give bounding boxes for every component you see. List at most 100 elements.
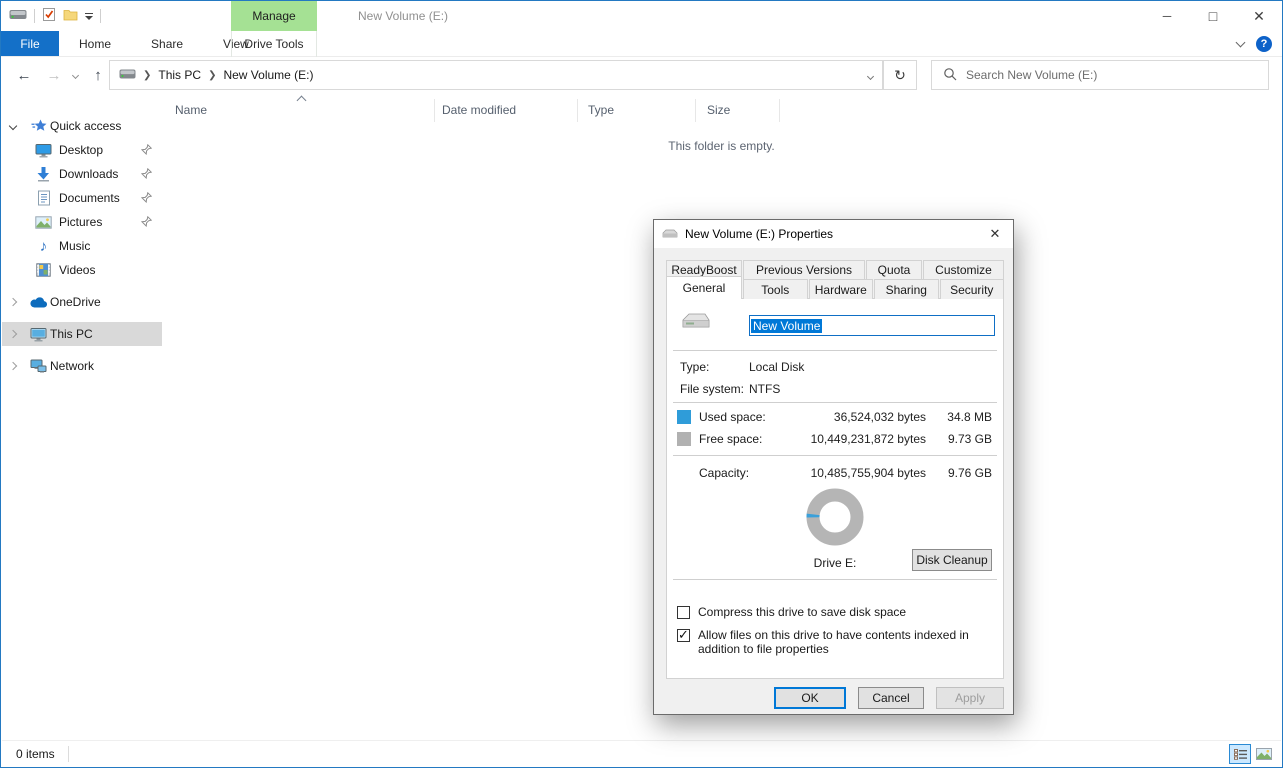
column-headers: Name Date modified Type Size: [162, 95, 1281, 125]
index-contents-checkbox-row[interactable]: Allow files on this drive to have conten…: [677, 628, 998, 656]
help-icon[interactable]: ?: [1256, 36, 1272, 52]
explorer-window: Manage New Volume (E:) ─ □ ✕ File Home S…: [0, 0, 1283, 768]
pin-icon: [141, 192, 152, 206]
picture-icon: [35, 214, 52, 231]
type-row: Type: Local Disk: [680, 360, 993, 380]
customize-toolbar-icon[interactable]: [85, 13, 93, 20]
chevron-expanded-icon[interactable]: [9, 122, 17, 130]
pin-icon: [141, 216, 152, 230]
free-space-row: Free space: 10,449,231,872 bytes 9.73 GB: [677, 429, 992, 449]
drive-icon: [9, 9, 27, 23]
dialog-title: New Volume (E:) Properties: [685, 227, 833, 241]
sidebar-item-downloads[interactable]: Downloads: [2, 162, 162, 186]
star-icon: [30, 118, 47, 135]
maximize-button[interactable]: □: [1190, 1, 1236, 31]
address-bar[interactable]: ❯ This PC ❯ New Volume (E:): [109, 60, 883, 90]
selected-text: New Volume: [751, 319, 822, 333]
tab-tools[interactable]: Tools: [743, 279, 808, 299]
tab-home[interactable]: Home: [59, 31, 131, 56]
compress-checkbox-row[interactable]: Compress this drive to save disk space: [677, 605, 906, 619]
quick-access-toolbar: [9, 1, 101, 31]
contextual-group-manage: Manage: [231, 1, 317, 31]
details-view-button[interactable]: [1229, 744, 1251, 764]
refresh-button[interactable]: ↻: [883, 60, 917, 90]
close-button[interactable]: ✕: [1236, 1, 1282, 31]
sort-ascending-icon: [297, 96, 307, 106]
used-space-row: Used space: 36,524,032 bytes 34.8 MB: [677, 407, 992, 427]
general-tab-page: New Volume Type: Local Disk File system:…: [666, 298, 1004, 679]
sidebar-item-this-pc[interactable]: This PC: [2, 322, 162, 346]
sidebar-item-desktop[interactable]: Desktop: [2, 138, 162, 162]
status-bar: 0 items: [2, 740, 1281, 766]
dialog-close-icon[interactable]: ✕: [977, 220, 1013, 248]
tab-drive-tools[interactable]: Drive Tools: [231, 31, 317, 57]
sidebar-item-pictures[interactable]: Pictures: [2, 210, 162, 234]
volume-label-input[interactable]: New Volume: [749, 315, 995, 336]
pin-icon: [141, 168, 152, 182]
sidebar-item-network[interactable]: Network: [2, 354, 162, 378]
new-folder-icon[interactable]: [63, 8, 78, 24]
film-icon: [35, 262, 52, 279]
up-button[interactable]: ↑: [85, 57, 111, 94]
search-icon: [943, 67, 957, 84]
tab-general[interactable]: General: [666, 276, 742, 299]
breadcrumb-current-folder[interactable]: New Volume (E:): [223, 68, 313, 82]
breadcrumb-this-pc[interactable]: This PC: [158, 68, 201, 82]
column-header-size[interactable]: Size: [707, 103, 730, 117]
address-dropdown-icon[interactable]: [858, 68, 882, 82]
disk-usage-donut-chart: [804, 486, 866, 551]
tab-quota[interactable]: Quota: [866, 260, 922, 279]
window-title: New Volume (E:): [358, 1, 448, 31]
search-input[interactable]: [966, 68, 1268, 82]
forward-button[interactable]: →: [41, 57, 67, 94]
cloud-icon: [30, 294, 47, 311]
monitor-icon: [35, 142, 52, 159]
chevron-collapsed-icon[interactable]: [9, 330, 17, 338]
apply-button[interactable]: Apply: [936, 687, 1004, 709]
music-note-icon: ♪: [35, 238, 52, 255]
used-space-swatch: [677, 410, 691, 424]
ribbon-tab-row: File Home Share View Drive Tools ?: [1, 31, 1282, 57]
sidebar-item-onedrive[interactable]: OneDrive: [2, 290, 162, 314]
tab-sharing[interactable]: Sharing: [874, 279, 939, 299]
checkbox-unchecked[interactable]: [677, 606, 690, 619]
chevron-collapsed-icon[interactable]: [9, 298, 17, 306]
computer-icon: [30, 326, 47, 343]
recent-locations-icon[interactable]: [67, 57, 83, 94]
tab-share[interactable]: Share: [131, 31, 203, 56]
search-box[interactable]: [931, 60, 1269, 90]
sidebar-item-quick-access[interactable]: Quick access: [2, 114, 162, 138]
dialog-title-bar: New Volume (E:) Properties ✕: [654, 220, 1013, 248]
ribbon-collapse-icon[interactable]: [1236, 38, 1246, 48]
dialog-tab-row-front: General Tools Hardware Sharing Security: [666, 279, 1004, 299]
sidebar-item-documents[interactable]: Documents: [2, 186, 162, 210]
title-bar: Manage New Volume (E:) ─ □ ✕: [1, 1, 1282, 31]
drive-icon: [662, 227, 678, 241]
back-button[interactable]: ←: [11, 57, 37, 94]
cancel-button[interactable]: Cancel: [858, 687, 924, 709]
tab-previous-versions[interactable]: Previous Versions: [743, 260, 865, 279]
disk-cleanup-button[interactable]: Disk Cleanup: [912, 549, 992, 571]
properties-check-icon[interactable]: [42, 7, 56, 25]
tab-security[interactable]: Security: [940, 279, 1005, 299]
ok-button[interactable]: OK: [774, 687, 846, 709]
document-icon: [35, 190, 52, 207]
free-space-swatch: [677, 432, 691, 446]
volume-drive-icon: [681, 312, 711, 332]
properties-dialog: New Volume (E:) Properties ✕ ReadyBoost …: [653, 219, 1014, 715]
sidebar-item-videos[interactable]: Videos: [2, 258, 162, 282]
column-header-name[interactable]: Name: [175, 103, 207, 117]
minimize-button[interactable]: ─: [1144, 1, 1190, 31]
chevron-collapsed-icon[interactable]: [9, 362, 17, 370]
separator: [34, 9, 35, 23]
drive-icon: [119, 68, 136, 82]
column-header-date-modified[interactable]: Date modified: [442, 103, 516, 117]
column-header-type[interactable]: Type: [588, 103, 614, 117]
tab-hardware[interactable]: Hardware: [809, 279, 874, 299]
download-arrow-icon: [35, 166, 52, 183]
checkbox-checked[interactable]: [677, 629, 690, 642]
large-icons-view-button[interactable]: [1253, 744, 1275, 764]
tab-file[interactable]: File: [1, 31, 59, 56]
tab-customize[interactable]: Customize: [923, 260, 1004, 279]
sidebar-item-music[interactable]: ♪ Music: [2, 234, 162, 258]
